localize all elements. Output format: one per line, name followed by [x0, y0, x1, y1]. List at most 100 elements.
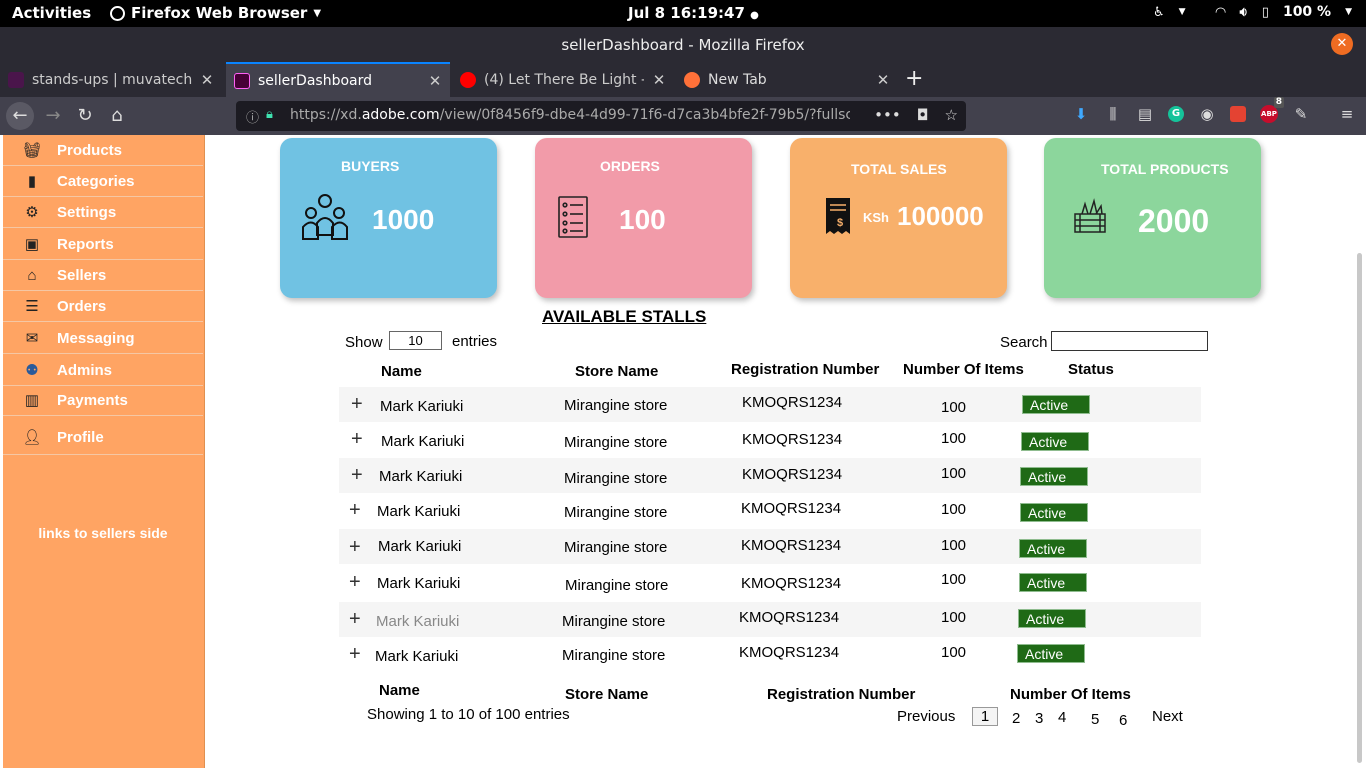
page-button-6[interactable]: 6 [1119, 712, 1127, 729]
page-button-5[interactable]: 5 [1091, 711, 1099, 728]
new-tab-button[interactable]: + [905, 66, 923, 91]
sidebar-item-payments[interactable]: ▥ Payments [3, 385, 203, 416]
sidebar: 🧺︎ Products ▮ Categories ⚙ Settings ▣ Report… [3, 135, 205, 768]
tab-seller-dashboard[interactable]: sellerDashboard ✕ [226, 62, 450, 97]
table-info: Showing 1 to 10 of 100 entries [367, 706, 570, 723]
reload-button[interactable]: ↻ [72, 103, 98, 129]
activities-button[interactable]: Activities [12, 4, 91, 22]
sidebar-icon[interactable]: ▤ [1136, 105, 1154, 123]
app-menu-label: Firefox Web Browser [131, 4, 308, 22]
url-text[interactable]: https://xd.adobe.com/view/0f8456f9-dbe4-… [290, 107, 850, 123]
info-icon[interactable]: ⓘ [246, 107, 259, 126]
column-header-name[interactable]: Name [381, 363, 422, 380]
expand-icon[interactable]: + [349, 608, 361, 631]
app-menu[interactable]: Firefox Web Browser ▼ [110, 4, 321, 22]
back-button[interactable]: ← [6, 102, 34, 130]
expand-icon[interactable]: + [349, 499, 361, 522]
close-icon[interactable]: ✕ [428, 72, 442, 90]
table-row[interactable]: + Mark Kariuki Mirangine store KMOQRS123… [339, 565, 1201, 600]
tab-standups[interactable]: stands-ups | muvatech S ✕ [0, 62, 222, 97]
card-title: BUYERS [341, 158, 400, 174]
sidebar-item-messaging[interactable]: ✉ Messaging [3, 323, 203, 354]
column-header-store[interactable]: Store Name [575, 363, 658, 380]
table-row[interactable]: + Mark Kariuki Mirangine store KMOQRS123… [339, 387, 1201, 422]
status-badge: Active [1019, 573, 1087, 592]
sidebar-item-sellers[interactable]: ⌂ Sellers [3, 260, 203, 291]
downloads-icon[interactable]: ⬇ [1072, 105, 1090, 123]
chevron-down-icon: ▼ [313, 7, 322, 19]
tab-label: sellerDashboard [258, 72, 373, 89]
sidebar-note: links to sellers side [38, 525, 168, 541]
sidebar-item-products[interactable]: 🧺︎ Products [3, 135, 203, 166]
forward-button[interactable]: → [40, 103, 66, 129]
expand-icon[interactable]: + [351, 428, 363, 451]
window-close-button[interactable]: ✕ [1331, 33, 1353, 55]
battery-icon: ▯ [1261, 4, 1269, 20]
stall-icon: ⌂ [27, 266, 37, 284]
pocket-icon[interactable]: ◘ [917, 106, 929, 124]
sidebar-item-reports[interactable]: ▣ Reports [3, 229, 203, 260]
sidebar-item-settings[interactable]: ⚙ Settings [3, 197, 203, 228]
envelope-icon: ✉ [25, 330, 39, 347]
sidebar-item-categories[interactable]: ▮ Categories [3, 166, 203, 197]
expand-icon[interactable]: + [349, 571, 361, 594]
total-sales-card[interactable]: TOTAL SALES $ KSh 100000 [790, 138, 1007, 298]
page-button-2[interactable]: 2 [1012, 710, 1020, 727]
expand-icon[interactable]: + [349, 536, 361, 559]
status-badge: Active [1022, 395, 1090, 414]
clock[interactable]: Jul 8 16:19:47 ● [628, 4, 759, 22]
account-icon[interactable]: ◉ [1198, 105, 1216, 123]
bookmark-star-icon[interactable]: ☆ [945, 106, 958, 124]
more-actions-icon[interactable]: ••• [874, 106, 901, 124]
page-scrollbar[interactable] [1357, 253, 1362, 763]
card-title: TOTAL SALES [851, 161, 947, 177]
close-icon[interactable]: ✕ [876, 71, 890, 89]
page-size-select[interactable]: 10 [389, 331, 442, 350]
column-header-items[interactable]: Number Of Items [903, 361, 1024, 378]
accessibility-icon: ♿ [1153, 4, 1165, 20]
expand-icon[interactable]: + [351, 464, 363, 487]
next-button[interactable]: Next [1152, 708, 1183, 725]
home-button[interactable]: ⌂ [104, 103, 130, 129]
user-icon: 👤︎ [22, 429, 42, 446]
page-button-4[interactable]: 4 [1058, 709, 1066, 726]
search-input[interactable] [1051, 331, 1208, 351]
table-row[interactable]: + Mark Kariuki Mirangine store KMOQRS123… [339, 602, 1201, 637]
close-icon[interactable]: ✕ [652, 71, 666, 89]
column-header-status[interactable]: Status [1068, 361, 1114, 378]
orders-card[interactable]: ORDERS 100 [535, 138, 752, 298]
table-row[interactable]: + Mark Kariuki Mirangine store KMOQRS123… [339, 458, 1201, 493]
status-badge: Active [1021, 432, 1089, 451]
page-button-1[interactable]: 1 [972, 707, 998, 726]
battery-label: 100 % [1282, 4, 1332, 20]
sidebar-item-admins[interactable]: ⚉ Admins [3, 355, 203, 386]
system-tray[interactable]: ♿ ▼ ◠ 🔉︎ ▯ 100 % ▼ [1153, 4, 1352, 20]
system-top-bar: Activities Firefox Web Browser ▼ Jul 8 1… [0, 0, 1366, 27]
buyers-card[interactable]: BUYERS 1000 [280, 138, 497, 298]
close-icon[interactable]: ✕ [200, 71, 214, 89]
library-icon[interactable]: ⫼ [1104, 105, 1122, 123]
footer-header-registration: Registration Number [767, 686, 916, 703]
expand-icon[interactable]: + [351, 393, 363, 416]
sidebar-item-profile[interactable]: 👤︎ Profile [3, 420, 203, 455]
sidebar-item-orders[interactable]: ☰ Orders [3, 291, 203, 322]
grammarly-icon[interactable]: G [1168, 106, 1184, 122]
pen-icon[interactable]: ✎ [1292, 105, 1310, 123]
column-header-registration[interactable]: Registration Number [731, 361, 879, 378]
tab-new-tab[interactable]: New Tab ✕ [676, 62, 898, 97]
todoist-icon[interactable] [1230, 106, 1246, 122]
adblock-icon[interactable]: ABP 8 [1260, 97, 1284, 123]
table-row[interactable]: + Mark Kariuki Mirangine store KMOQRS123… [339, 493, 1201, 528]
bottle-icon: ▮ [27, 173, 37, 190]
page-button-3[interactable]: 3 [1035, 710, 1043, 727]
volume-icon: 🔉︎ [1239, 4, 1248, 20]
table-row[interactable]: + Mark Kariuki Mirangine store KMOQRS123… [339, 529, 1201, 564]
expand-icon[interactable]: + [349, 643, 361, 666]
tab-youtube[interactable]: (4) Let There Be Light - ✕ [452, 62, 674, 97]
table-row[interactable]: + Mark Kariuki Mirangine store KMOQRS123… [339, 637, 1201, 672]
url-bar[interactable]: ⓘ 🔒︎ https://xd.adobe.com/view/0f8456f9-… [236, 101, 966, 131]
previous-button[interactable]: Previous [897, 708, 955, 725]
total-products-card[interactable]: TOTAL PRODUCTS 2000 [1044, 138, 1261, 298]
menu-icon[interactable]: ≡ [1338, 105, 1356, 123]
table-row[interactable]: + Mark Kariuki Mirangine store KMOQRS123… [339, 422, 1201, 457]
